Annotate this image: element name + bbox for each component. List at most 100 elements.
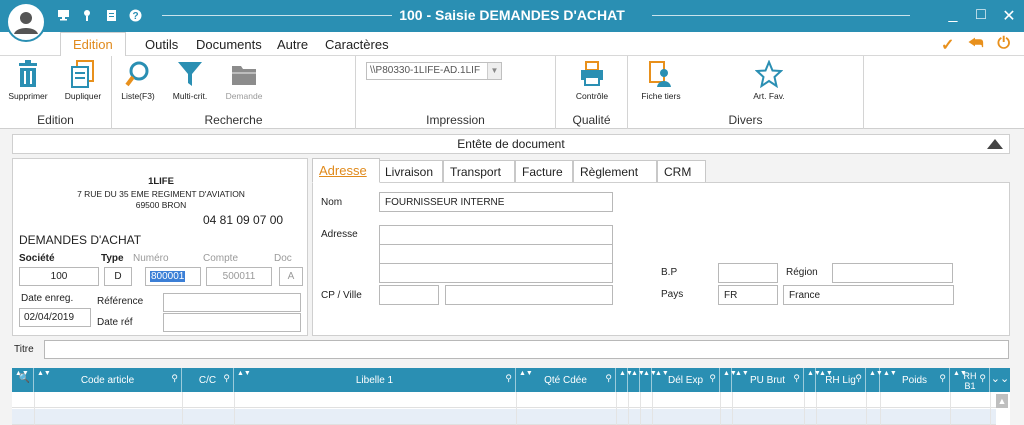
lines-grid: ▲▼ 🔍 ▲▼ Code article ⚲ C/C ⚲ ▲▼ Libelle 1 ⚲ ▲▼… (12, 368, 1010, 425)
collapse-triangle-icon[interactable] (987, 139, 1003, 149)
table-row[interactable] (12, 392, 996, 408)
numero-value: 800001 (150, 271, 186, 282)
double-chevron-down-icon: ⌄⌄ (990, 373, 1010, 385)
tab-transport[interactable]: Transport (443, 160, 515, 183)
grid-col-narrow4[interactable]: ▲▼ (720, 368, 737, 392)
menu-caracteres[interactable]: Caractères (325, 37, 389, 52)
star-icon (755, 60, 783, 88)
adresse-line1-field[interactable] (379, 225, 613, 245)
menu-documents[interactable]: Documents (196, 37, 262, 52)
user-avatar-icon[interactable] (6, 2, 46, 42)
multi-criteria-button[interactable]: Multi-crit. (168, 60, 212, 101)
search-icon: ⚲ (855, 373, 862, 383)
pays-name-field[interactable]: France (783, 285, 954, 305)
grid-col-qte[interactable]: ▲▼ Qté Cdée ⚲ (516, 368, 616, 392)
grid-col-narrow3[interactable]: ▲▼ (640, 368, 657, 392)
maximize-icon[interactable]: □ (974, 6, 988, 26)
grid-expand-button[interactable]: ⌄⌄ (990, 368, 1010, 392)
adresse-line3-field[interactable] (379, 263, 613, 283)
ribbon: Supprimer Dupliquer Edition Liste(F3) Mu… (0, 56, 1024, 129)
societe-label: Société (19, 253, 55, 264)
doc-field[interactable]: A (279, 267, 303, 286)
delete-button[interactable]: Supprimer (6, 60, 50, 101)
grid-col-selector[interactable]: ▲▼ 🔍 (12, 368, 34, 392)
grid-col-del-exp[interactable]: ▲▼ Dél Exp ⚲ (652, 368, 720, 392)
grid-col-libelle[interactable]: ▲▼ Libelle 1 ⚲ (234, 368, 516, 392)
grid-col-rh-b1[interactable]: ▲▼ RH B1 ⚲ (950, 368, 990, 392)
search-icon: ⚲ (939, 373, 946, 383)
menu-bar: Edition Outils Documents Autre Caractère… (0, 32, 1024, 57)
date-enreg-field[interactable]: 02/04/2019 (19, 308, 91, 327)
address-tab-panel: Nom FOURNISSEUR INTERNE Adresse CP / Vil… (312, 182, 1010, 336)
ville-field[interactable] (445, 285, 613, 305)
menu-outils[interactable]: Outils (145, 37, 178, 52)
scroll-up-arrow-icon[interactable]: ▲ (996, 394, 1008, 408)
pays-code-field[interactable]: FR (718, 285, 778, 305)
societe-field[interactable]: 100 (19, 267, 99, 286)
ribbon-group-recherche: Liste(F3) Multi-crit. Demande Recherche (112, 56, 356, 129)
grid-col-cc[interactable]: C/C ⚲ (182, 368, 234, 392)
demande-button[interactable]: Demande (222, 60, 266, 101)
printer-select[interactable]: \\P80330-1LIFE-AD.1LIF ▼ (366, 62, 502, 80)
validate-check-icon[interactable]: ✓ (941, 35, 954, 55)
monitor-icon[interactable] (56, 8, 70, 22)
help-icon[interactable]: ? (128, 8, 142, 22)
grid-col-code-article[interactable]: ▲▼ Code article ⚲ (34, 368, 182, 392)
company-address-line2: 69500 BRON (135, 200, 187, 210)
tab-livraison[interactable]: Livraison (378, 160, 443, 183)
grid-col-rh-lig[interactable]: ▲▼ RH Lig ⚲ (816, 368, 866, 392)
ribbon-group-impression: \\P80330-1LIFE-AD.1LIF ▼ Impression (356, 56, 556, 129)
folder-icon (232, 66, 256, 85)
region-field[interactable] (832, 263, 953, 283)
grid-col-narrow5[interactable]: ▲▼ (804, 368, 821, 392)
compte-field[interactable]: 500011 (206, 267, 272, 286)
company-phone: 04 81 09 07 00 (203, 213, 284, 227)
bp-field[interactable] (718, 263, 778, 283)
pin-icon[interactable] (80, 8, 94, 22)
search-icon: ⚲ (605, 373, 612, 383)
controle-label: Contrôle (575, 91, 609, 101)
nom-field[interactable]: FOURNISSEUR INTERNE (379, 192, 613, 212)
menu-edition[interactable]: Edition (60, 32, 126, 57)
group-label-recherche: Recherche (204, 113, 263, 127)
titre-field[interactable] (44, 340, 1009, 359)
section-header[interactable]: Entête de document (12, 134, 1010, 154)
controle-button[interactable]: Contrôle (568, 60, 616, 101)
list-search-button[interactable]: Liste(F3) (118, 60, 158, 101)
type-field[interactable]: D (104, 267, 132, 286)
chevron-down-icon[interactable]: ▼ (487, 63, 501, 79)
title-rule-right (652, 15, 910, 16)
demande-label: Demande (225, 91, 263, 101)
tab-adresse[interactable]: Adresse (312, 158, 380, 183)
type-label: Type (101, 253, 124, 264)
close-icon[interactable]: ✕ (1002, 6, 1016, 26)
doc-label: Doc (274, 253, 292, 264)
grid-col-poids[interactable]: ▲▼ Poids ⚲ (880, 368, 950, 392)
tab-reglement[interactable]: Règlement (573, 160, 657, 183)
favorite-articles-button[interactable]: Art. Fav. (746, 60, 792, 101)
reference-field[interactable] (163, 293, 301, 312)
duplicate-button[interactable]: Dupliquer (60, 60, 106, 101)
minimize-icon[interactable]: _ (946, 6, 960, 26)
delete-label: Supprimer (8, 91, 48, 101)
date-ref-field[interactable] (163, 313, 301, 332)
tab-facture[interactable]: Facture (515, 160, 573, 183)
grid-col-narrow6[interactable]: ▲▼ (866, 368, 883, 392)
power-icon[interactable]: ⏻ (997, 35, 1010, 55)
grid-col-narrow2[interactable]: ▲▼ (628, 368, 645, 392)
bookmark-icon[interactable] (104, 8, 118, 22)
undo-arrow-icon[interactable]: ⮪ (968, 35, 983, 55)
grid-col-pu-brut[interactable]: ▲▼ PU Brut ⚲ (732, 368, 804, 392)
date-enreg-label: Date enreg. (21, 293, 74, 304)
grid-col-narrow1[interactable]: ▲▼ (616, 368, 633, 392)
document-info-panel: 1LIFE 7 RUE DU 35 EME REGIMENT D'AVIATIO… (12, 158, 308, 336)
compte-label: Compte (203, 253, 239, 264)
fiche-tiers-button[interactable]: Fiche tiers (638, 60, 684, 101)
tab-crm[interactable]: CRM (657, 160, 706, 183)
numero-field[interactable]: 800001 (145, 267, 201, 286)
menu-autre[interactable]: Autre (277, 37, 308, 52)
adresse-line2-field[interactable] (379, 244, 613, 264)
cp-field[interactable] (379, 285, 439, 305)
fiche-tiers-label: Fiche tiers (641, 91, 681, 101)
table-row[interactable] (12, 409, 996, 425)
